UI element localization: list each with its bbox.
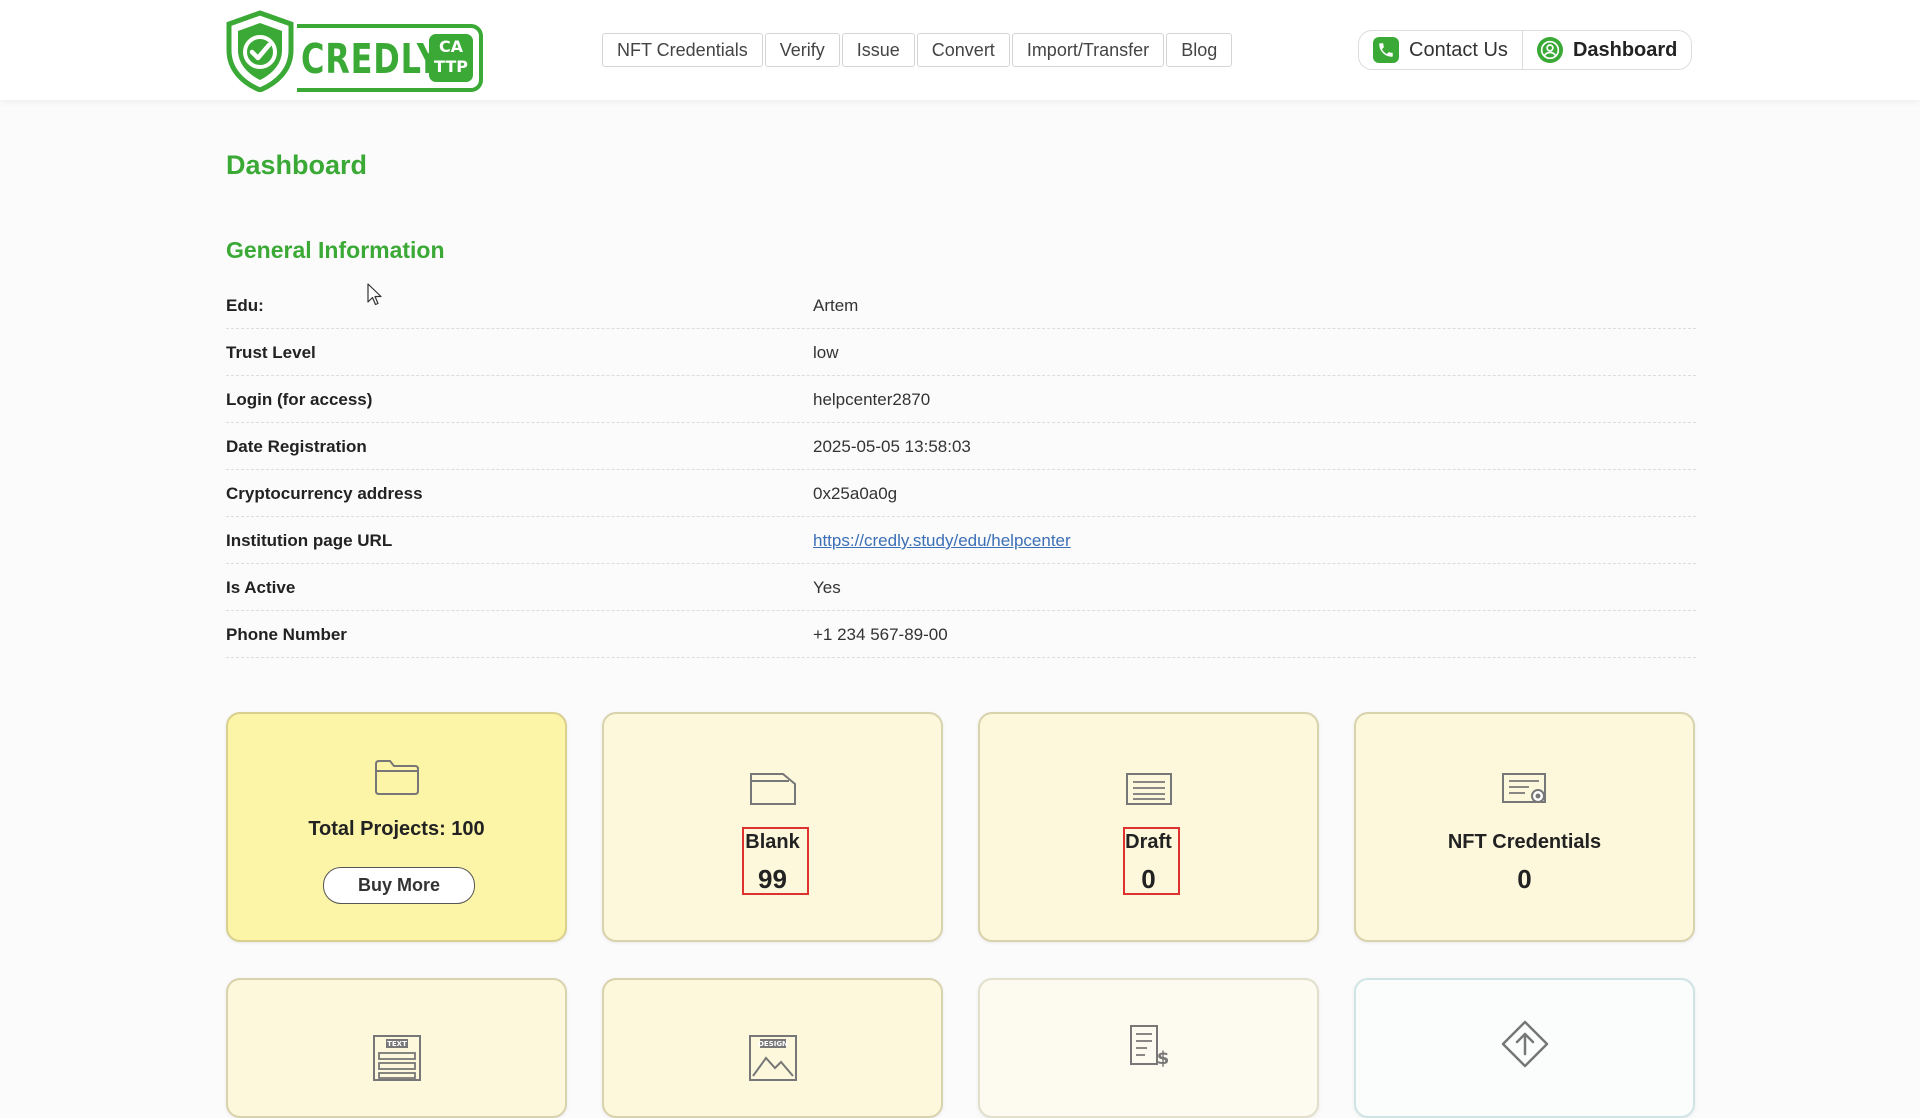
design-template-card[interactable]: DESIGN (602, 978, 943, 1118)
draft-card[interactable]: Draft 0 (978, 712, 1319, 942)
info-label: Cryptocurrency address (226, 484, 423, 503)
info-label: Date Registration (226, 437, 367, 456)
nft-credentials-label: NFT Credentials (1447, 831, 1602, 853)
svg-text:$: $ (1156, 1048, 1169, 1068)
contact-us-label: Contact Us (1409, 38, 1508, 61)
info-value: helpcenter2870 (813, 390, 931, 409)
main-nav: NFT Credentials Verify Issue Convert Imp… (602, 33, 1233, 67)
logo-badge-line1: CA (438, 37, 464, 56)
info-row-login: Login (for access) helpcenter2870 (226, 376, 1696, 423)
user-icon (1536, 37, 1563, 63)
info-label: Login (for access) (226, 390, 373, 409)
info-row-trust-level: Trust Level low (226, 329, 1696, 376)
info-value: Yes (813, 578, 841, 597)
nav-nft-credentials[interactable]: NFT Credentials (602, 33, 763, 67)
shield-check-icon (226, 10, 294, 92)
header-actions: Contact Us Dashboard (1358, 30, 1693, 70)
upload-transfer-card[interactable] (1354, 978, 1695, 1118)
nav-convert[interactable]: Convert (916, 33, 1010, 67)
nft-credentials-card[interactable]: NFT Credentials 0 (1354, 712, 1695, 942)
info-label: Phone Number (226, 625, 347, 644)
blank-count: 99 (758, 864, 787, 894)
total-projects-card: Total Projects: 100 Buy More (226, 712, 567, 942)
design-template-icon-label: DESIGN (758, 1040, 788, 1048)
logo-wordmark: CREDLY CA TTP (297, 24, 483, 92)
info-row-edu: Edu: Artem (226, 282, 1696, 329)
total-projects-label: Total Projects: 100 (308, 818, 485, 840)
nav-blog[interactable]: Blog (1166, 33, 1233, 67)
draft-label: Draft (1125, 831, 1172, 853)
dashboard-button[interactable]: Dashboard (1521, 31, 1691, 69)
text-template-card[interactable]: TEXT (226, 978, 567, 1118)
invoice-icon: $ (1129, 1025, 1169, 1068)
info-value: low (813, 343, 839, 362)
text-template-icon-label: TEXT (387, 1040, 407, 1048)
design-template-icon: DESIGN (748, 1035, 797, 1081)
info-row-date-registration: Date Registration 2025-05-05 13:58:03 (226, 423, 1696, 470)
certificate-icon (1501, 773, 1546, 803)
nav-issue[interactable]: Issue (841, 33, 915, 67)
nft-credentials-count: 0 (1517, 864, 1532, 894)
phone-icon (1373, 37, 1399, 63)
text-template-icon: TEXT (372, 1035, 421, 1081)
info-label: Is Active (226, 578, 296, 597)
blank-document-icon (749, 773, 796, 805)
contact-us-button[interactable]: Contact Us (1359, 31, 1522, 69)
general-info-table: Edu: Artem Trust Level low Login (for ac… (226, 282, 1696, 658)
mouse-cursor-icon (367, 283, 382, 306)
draft-lines-icon (1125, 773, 1172, 805)
info-label: Trust Level (226, 343, 316, 362)
dashboard-label: Dashboard (1572, 38, 1678, 61)
info-row-is-active: Is Active Yes (226, 564, 1696, 611)
info-label: Edu: (226, 296, 264, 315)
nav-import-transfer[interactable]: Import/Transfer (1011, 33, 1165, 67)
info-label: Institution page URL (226, 531, 393, 550)
info-value: Artem (813, 296, 859, 315)
info-row-phone-number: Phone Number +1 234 567-89-00 (226, 611, 1696, 658)
blank-card[interactable]: Blank 99 (602, 712, 943, 942)
draft-count: 0 (1141, 864, 1156, 894)
info-value: 2025-05-05 13:58:03 (813, 437, 971, 456)
buy-more-button[interactable]: Buy More (323, 867, 475, 904)
info-value: +1 234 567-89-00 (813, 625, 948, 644)
logo-badge-line2: TTP (434, 57, 468, 76)
info-row-crypto-address: Cryptocurrency address 0x25a0a0g (226, 470, 1696, 517)
site-header: CREDLY CA TTP NFT Credentials Verify Iss… (0, 0, 1920, 100)
institution-url-link[interactable]: https://credly.study/edu/helpcenter (813, 531, 1071, 551)
page-title: Dashboard (226, 150, 368, 180)
logo-word: CREDLY (301, 35, 441, 83)
info-value: 0x25a0a0g (813, 484, 898, 503)
info-row-institution-url: Institution page URL https://credly.stud… (226, 517, 1696, 564)
arrow-up-diamond-icon (1501, 1020, 1548, 1068)
invoice-card[interactable]: $ (978, 978, 1319, 1118)
logo-badge: CA TTP (429, 34, 473, 82)
credly-logo[interactable]: CREDLY CA TTP (225, 10, 485, 92)
blank-label: Blank (745, 831, 800, 853)
section-title-general-information: General Information (226, 237, 445, 263)
folder-icon (374, 760, 419, 795)
nav-verify[interactable]: Verify (764, 33, 840, 67)
